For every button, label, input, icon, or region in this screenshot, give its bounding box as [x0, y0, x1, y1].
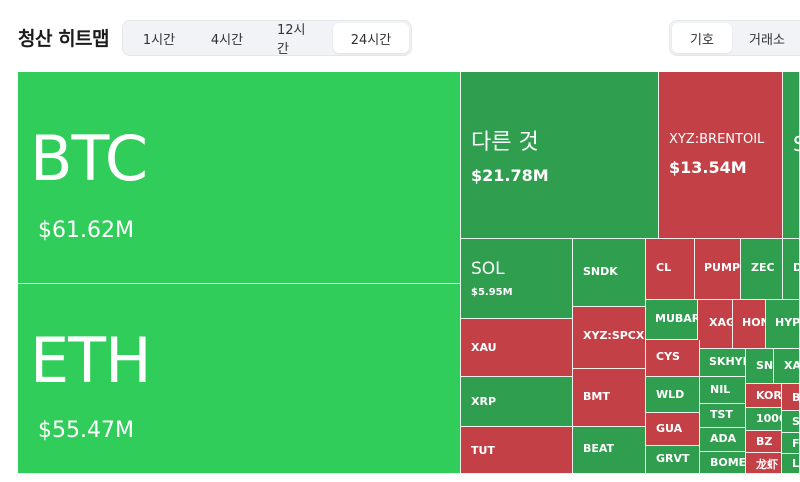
- tile-bmt[interactable]: BMT: [573, 369, 646, 427]
- tile-pump[interactable]: PUMP: [695, 239, 741, 300]
- tile-symbol: GUA: [656, 422, 683, 435]
- tile-ada[interactable]: ADA: [700, 428, 746, 452]
- tile-symbol: KOR: [756, 389, 782, 402]
- tile-gua[interactable]: GUA: [646, 413, 700, 446]
- tile-symbol: BEAT: [583, 442, 615, 455]
- tile-symbol: NIL: [710, 383, 731, 396]
- tab-24h[interactable]: 24시간: [333, 23, 409, 53]
- tile-symbol: HON: [742, 316, 765, 329]
- tile-symbol: XYZ:BRENTOIL: [669, 132, 765, 147]
- tile-xa[interactable]: XA: [774, 349, 800, 384]
- tile-nil[interactable]: NIL: [700, 377, 746, 404]
- group-by-selector: 기호 거래소: [669, 20, 800, 56]
- tile-mubara[interactable]: MUBARA: [646, 300, 698, 340]
- tile-symbol: TST: [710, 408, 733, 421]
- tile-symbol: XAG: [709, 316, 733, 329]
- tile-symbol: ZEC: [751, 261, 775, 274]
- tile-symbol: SKHYN: [709, 355, 745, 368]
- tile-brentoil[interactable]: XYZ:BRENTOIL $13.54M: [659, 72, 783, 239]
- tile-symbol: 다른 것: [471, 130, 539, 155]
- tile-cl[interactable]: CL: [646, 239, 695, 300]
- tile-symbol: B: [792, 391, 800, 404]
- page-title: 청산 히트맵: [18, 28, 110, 50]
- tile-symbol: SOL: [471, 259, 505, 279]
- tile-symbol: 1000: [756, 412, 781, 425]
- time-range-selector: 1시간 4시간 12시간 24시간: [122, 20, 412, 57]
- tile-hon[interactable]: HON: [733, 300, 766, 349]
- tab-symbol[interactable]: 기호: [672, 23, 732, 53]
- tab-4h[interactable]: 4시간: [193, 23, 261, 53]
- tile-zec[interactable]: ZEC: [741, 239, 783, 300]
- tile-wld[interactable]: WLD: [646, 377, 700, 413]
- tab-12h[interactable]: 12시간: [261, 23, 333, 57]
- tile-symbol: CL: [656, 261, 672, 274]
- tile-hyp[interactable]: HYP: [766, 300, 800, 349]
- liquidation-heatmap: BTC $61.62M ETH $55.47M 다른 것 $21.78M XYZ…: [0, 0, 800, 482]
- tile-symbol: MUBARA: [655, 312, 697, 325]
- tile-symbol: D: [793, 261, 799, 274]
- tile-b[interactable]: B: [782, 384, 800, 411]
- tile-value: $13.54M: [669, 158, 747, 177]
- tile-symbol: SN: [756, 359, 774, 372]
- tile-value: $55.47M: [38, 418, 134, 443]
- tile-spcx[interactable]: XYZ:SPCX: [573, 307, 646, 369]
- tile-xau[interactable]: XAU: [461, 319, 573, 377]
- tile-f[interactable]: F: [782, 433, 800, 454]
- tile-symbol: L: [792, 457, 800, 470]
- tab-exchange[interactable]: 거래소: [732, 23, 800, 53]
- tile-symbol: 龙虾: [756, 458, 778, 471]
- tile-symbol: BOME: [710, 456, 746, 469]
- tile-tst[interactable]: TST: [700, 404, 746, 428]
- tile-edge-top[interactable]: S: [783, 72, 800, 239]
- tile-symbol: XAU: [471, 341, 497, 354]
- tile-symbol: HYP: [775, 316, 800, 329]
- tile-btc[interactable]: BTC $61.62M: [18, 72, 461, 284]
- tile-symbol: S: [792, 415, 800, 428]
- tab-1h[interactable]: 1시간: [125, 23, 193, 53]
- tile-symbol: GRVT: [656, 452, 690, 465]
- tile-bz[interactable]: BZ: [746, 431, 782, 453]
- tile-sol[interactable]: SOL $5.95M: [461, 239, 573, 319]
- tile-sn[interactable]: SN: [746, 349, 774, 384]
- tile-kor[interactable]: KOR: [746, 384, 782, 408]
- tile-xag[interactable]: XAG: [698, 300, 733, 349]
- tile-other[interactable]: 다른 것 $21.78M: [461, 72, 659, 239]
- tile-value: $61.62M: [38, 218, 134, 243]
- tile-bome[interactable]: BOME: [700, 452, 746, 474]
- tile-tut[interactable]: TUT: [461, 427, 573, 474]
- tile-symbol: BMT: [583, 390, 610, 403]
- tile-xrp[interactable]: XRP: [461, 377, 573, 427]
- tile-value: $21.78M: [471, 166, 549, 185]
- tile-symbol: XA: [784, 359, 800, 372]
- tile-cys[interactable]: CYS: [646, 340, 700, 377]
- tile-symbol: TUT: [471, 444, 495, 457]
- tile-value: $5.95M: [471, 287, 513, 298]
- tile-symbol: ETH: [30, 324, 152, 397]
- tile-symbol: WLD: [656, 388, 685, 401]
- tile-1000[interactable]: 1000: [746, 408, 782, 431]
- tile-eth[interactable]: ETH $55.47M: [18, 284, 461, 474]
- tile-symbol: F: [792, 437, 800, 450]
- tile-d[interactable]: D: [783, 239, 800, 300]
- tile-symbol: SNDK: [583, 265, 618, 278]
- tile-beat[interactable]: BEAT: [573, 427, 646, 474]
- tile-symbol: PUMP: [704, 261, 741, 274]
- tile-symbol: CYS: [656, 350, 680, 363]
- tile-s[interactable]: S: [782, 411, 800, 433]
- tile-symbol: BZ: [756, 435, 773, 448]
- tile-skhyn[interactable]: SKHYN: [700, 349, 746, 377]
- tile-symbol: XYZ:SPCX: [583, 329, 645, 342]
- tile-symbol: BTC: [30, 122, 148, 195]
- tile-symbol: ADA: [710, 432, 737, 445]
- tile-grvt[interactable]: GRVT: [646, 446, 700, 474]
- tile-symbol: XRP: [471, 395, 497, 408]
- tile-l[interactable]: L: [782, 454, 800, 474]
- tile-longxia[interactable]: 龙虾: [746, 453, 782, 474]
- tile-sndk[interactable]: SNDK: [573, 239, 646, 307]
- tile-symbol: S: [793, 132, 799, 156]
